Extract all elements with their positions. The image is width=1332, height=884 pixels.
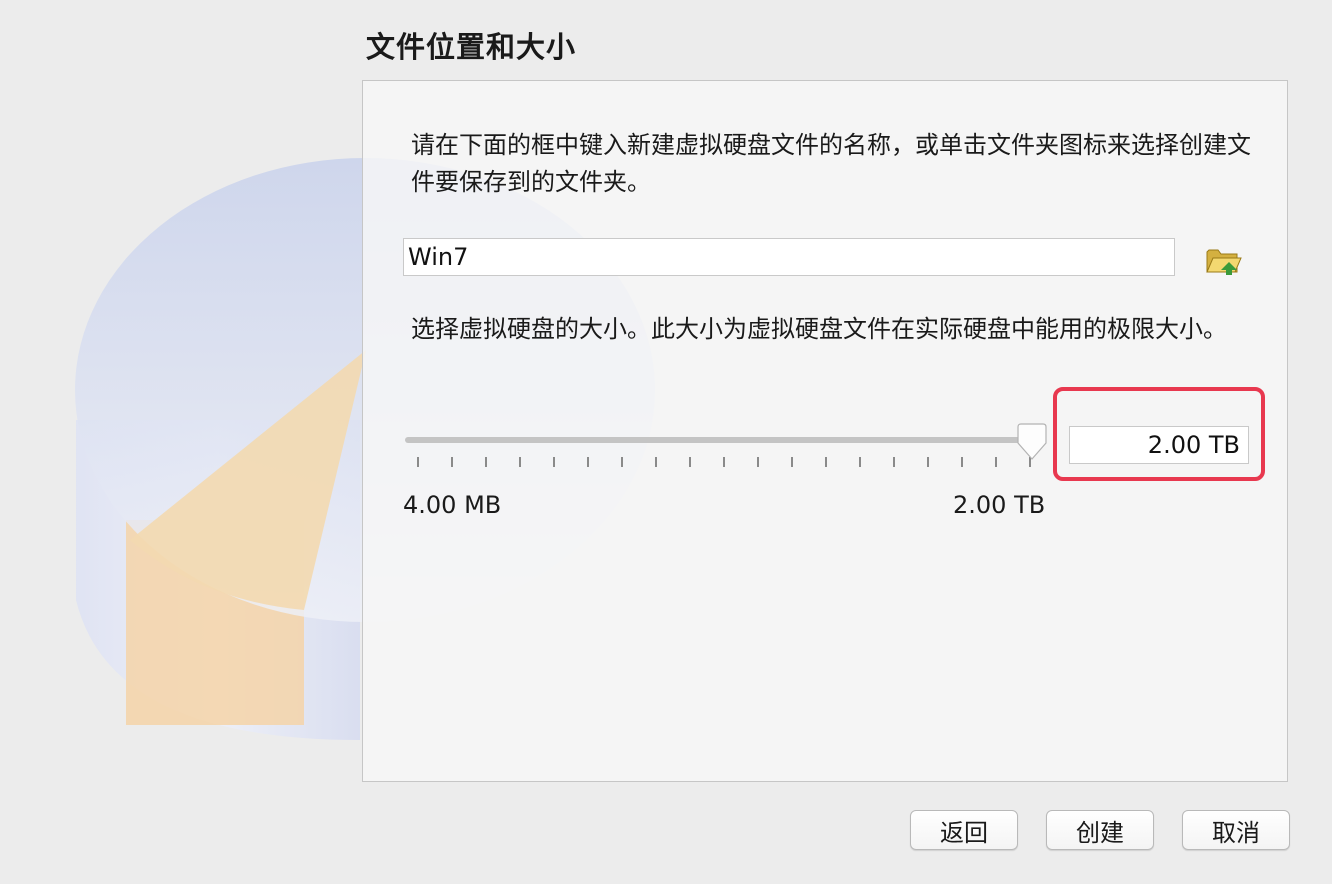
slider-tick <box>621 457 623 467</box>
file-name-input[interactable] <box>403 238 1175 276</box>
folder-open-icon <box>1206 249 1242 275</box>
slider-tick <box>757 457 759 467</box>
slider-track <box>405 437 1037 443</box>
location-description: 请在下面的框中键入新建虚拟硬盘文件的名称，或单击文件夹图标来选择创建文件要保存到… <box>411 131 1251 196</box>
size-min-label: 4.00 MB <box>403 491 502 519</box>
page-title: 文件位置和大小 <box>366 30 577 64</box>
slider-tick <box>859 457 861 467</box>
slider-tick <box>485 457 487 467</box>
slider-tick <box>791 457 793 467</box>
slider-tick <box>893 457 895 467</box>
slider-tick <box>995 457 997 467</box>
slider-tick <box>927 457 929 467</box>
slider-tick <box>961 457 963 467</box>
choose-folder-button[interactable] <box>1203 242 1243 278</box>
slider-tick <box>825 457 827 467</box>
dialog: 文件位置和大小 请在下面的框中键入新建虚拟硬盘文件的名称，或单击文件夹图标来选择… <box>0 0 1332 884</box>
slider-tick <box>451 457 453 467</box>
cancel-button[interactable]: 取消 <box>1182 810 1290 850</box>
annotation-highlight-box <box>1053 387 1265 481</box>
slider-thumb[interactable] <box>1015 423 1049 461</box>
slider-tick <box>553 457 555 467</box>
size-max-label: 2.00 TB <box>953 491 1046 519</box>
create-button[interactable]: 创建 <box>1046 810 1154 850</box>
slider-tick <box>587 457 589 467</box>
size-description: 选择虚拟硬盘的大小。此大小为虚拟硬盘文件在实际硬盘中能用的极限大小。 <box>411 315 1227 343</box>
size-slider[interactable] <box>403 423 1049 473</box>
back-button[interactable]: 返回 <box>910 810 1018 850</box>
slider-tick <box>689 457 691 467</box>
slider-tick <box>417 457 419 467</box>
slider-tick <box>723 457 725 467</box>
slider-tick <box>655 457 657 467</box>
slider-tick <box>519 457 521 467</box>
content-panel: 请在下面的框中键入新建虚拟硬盘文件的名称，或单击文件夹图标来选择创建文件要保存到… <box>362 80 1288 782</box>
